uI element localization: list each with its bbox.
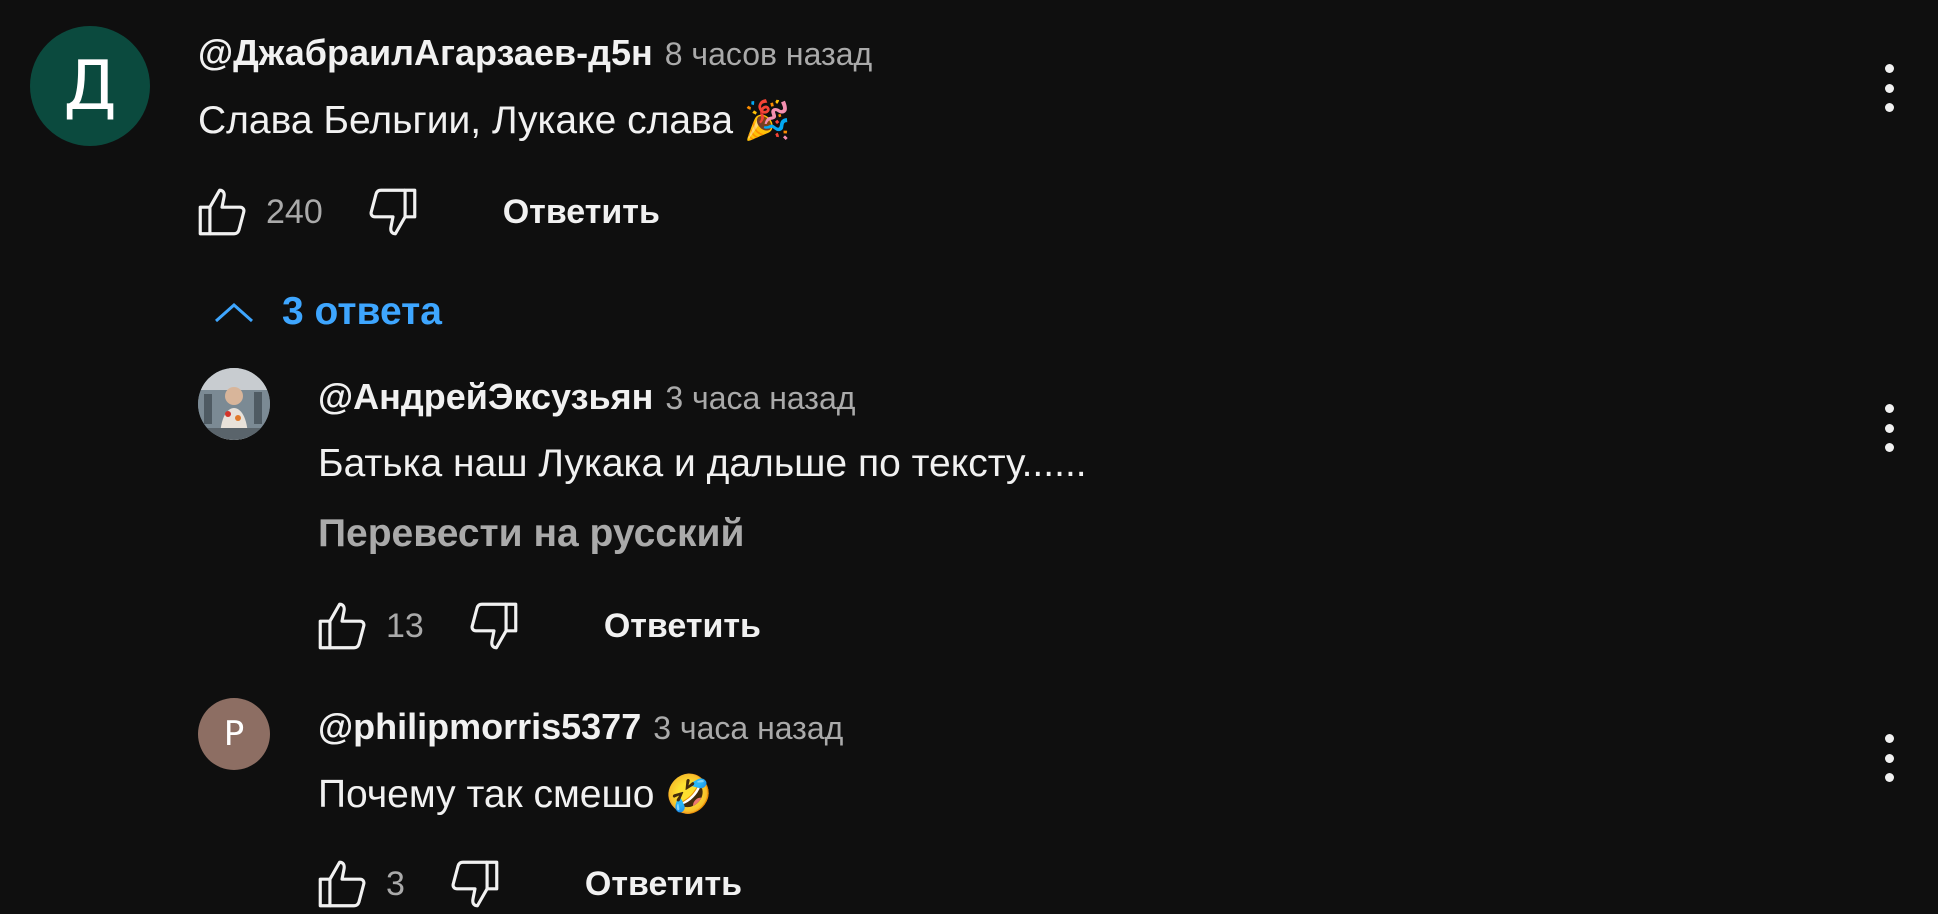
more-vert-dot bbox=[1884, 103, 1894, 112]
reply-button[interactable]: Ответить bbox=[585, 865, 742, 904]
like-count: 3 bbox=[386, 864, 405, 903]
more-actions-button[interactable] bbox=[1869, 728, 1909, 788]
comment-text: Слава Бельгии, Лукаке слава 🎉 bbox=[198, 98, 791, 143]
avatar[interactable]: Д bbox=[30, 26, 150, 146]
replies-toggle[interactable]: 3 ответа bbox=[212, 290, 442, 334]
reply-header: @АндрейЭксузьян 3 часа назад bbox=[318, 376, 855, 418]
reply-time[interactable]: 3 часа назад bbox=[665, 380, 855, 416]
dislike-button[interactable] bbox=[363, 182, 423, 242]
reply-author[interactable]: @philipmorris5377 bbox=[318, 706, 641, 747]
dislike-icon bbox=[369, 188, 417, 236]
comment-header: @ДжабраилАгарзаев-д5н 8 часов назад bbox=[198, 32, 872, 74]
reply-toolbar: 3 Ответить bbox=[312, 854, 742, 914]
avatar[interactable]: P bbox=[198, 698, 270, 770]
reply-header: @philipmorris5377 3 часа назад bbox=[318, 706, 843, 748]
more-vert-dot bbox=[1884, 443, 1894, 452]
more-vert-icon bbox=[1884, 64, 1894, 73]
more-vert-dot bbox=[1884, 423, 1894, 433]
more-vert-icon bbox=[1884, 734, 1894, 743]
more-vert-dot bbox=[1884, 773, 1894, 782]
avatar[interactable] bbox=[198, 368, 270, 440]
like-icon bbox=[318, 602, 366, 650]
reply-toolbar: 13 Ответить bbox=[312, 596, 761, 656]
chevron-up-icon bbox=[215, 302, 253, 323]
avatar-letter: P bbox=[223, 714, 245, 754]
reply-text-body: Почему так смешо bbox=[318, 773, 655, 816]
comment-author[interactable]: @ДжабраилАгарзаев-д5н bbox=[198, 32, 653, 73]
like-icon bbox=[198, 188, 246, 236]
avatar-letter: Д bbox=[63, 46, 117, 126]
reply-button[interactable]: Ответить bbox=[503, 193, 660, 232]
like-icon bbox=[318, 860, 366, 908]
translate-button[interactable]: Перевести на русский bbox=[318, 512, 744, 556]
like-button[interactable] bbox=[192, 182, 252, 242]
reply-time[interactable]: 3 часа назад bbox=[653, 710, 843, 746]
reply-button[interactable]: Ответить bbox=[604, 607, 761, 646]
like-count: 240 bbox=[266, 192, 323, 231]
rofl-emoji: 🤣 bbox=[665, 772, 713, 816]
more-vert-dot bbox=[1884, 753, 1894, 763]
comment-toolbar: 240 Ответить bbox=[192, 182, 660, 242]
reply-author[interactable]: @АндрейЭксузьян bbox=[318, 376, 653, 417]
reply-text: Батька наш Лукака и дальше по тексту....… bbox=[318, 442, 1087, 485]
comment-text-body: Слава Бельгии, Лукаке слава bbox=[198, 99, 734, 142]
reply-text: Почему так смешо 🤣 bbox=[318, 772, 713, 817]
user-photo-avatar bbox=[198, 368, 270, 440]
dislike-button[interactable] bbox=[445, 854, 505, 914]
party-popper-emoji: 🎉 bbox=[743, 98, 792, 142]
replies-count-label: 3 ответа bbox=[282, 290, 442, 333]
like-count: 13 bbox=[386, 606, 424, 645]
more-vert-dot bbox=[1884, 83, 1894, 93]
comment-time[interactable]: 8 часов назад bbox=[665, 36, 872, 72]
dislike-icon bbox=[451, 860, 499, 908]
more-vert-icon bbox=[1884, 404, 1894, 413]
more-actions-button[interactable] bbox=[1869, 58, 1909, 118]
dislike-button[interactable] bbox=[464, 596, 524, 656]
like-button[interactable] bbox=[312, 596, 372, 656]
dislike-icon bbox=[470, 602, 518, 650]
like-button[interactable] bbox=[312, 854, 372, 914]
more-actions-button[interactable] bbox=[1869, 398, 1909, 458]
